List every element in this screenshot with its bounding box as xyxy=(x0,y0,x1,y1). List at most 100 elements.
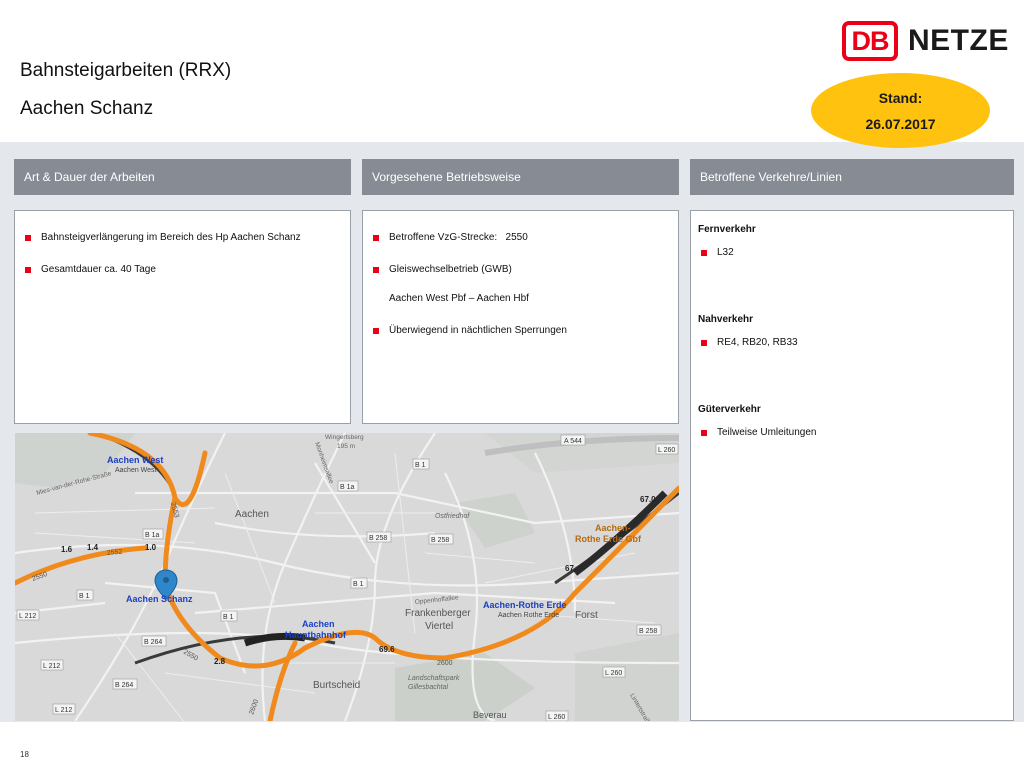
station-rothe-erde: Aachen-Rothe Erde xyxy=(483,600,567,610)
svg-text:L 212: L 212 xyxy=(19,613,36,620)
betriebsweise-header: Vorgesehene Betriebsweise xyxy=(362,159,679,195)
svg-text:B 258: B 258 xyxy=(639,628,657,635)
svg-text:B 264: B 264 xyxy=(144,639,162,646)
betrieb-item-2-detail: Aachen West Pbf – Aachen Hbf xyxy=(389,293,529,304)
svg-text:B 1: B 1 xyxy=(223,614,234,621)
fernverkehr-item: L32 xyxy=(701,247,734,258)
road-l260-bottom: L 260 xyxy=(602,666,626,678)
road-b1-right: B 1 xyxy=(350,577,368,589)
svg-text:B 264: B 264 xyxy=(115,682,133,689)
art-dauer-header: Art & Dauer der Arbeiten xyxy=(14,159,351,195)
betrieb-item-2: Gleiswechselbetrieb (GWB) xyxy=(373,264,512,275)
nahverkehr-item: RE4, RB20, RB33 xyxy=(701,337,798,348)
svg-text:L 212: L 212 xyxy=(43,663,60,670)
road-l212-b: L 212 xyxy=(40,659,64,671)
road-l212-a: L 212 xyxy=(16,609,40,621)
km-marker-2: 1.4 xyxy=(87,543,99,552)
bullet-square-icon xyxy=(373,327,379,334)
road-l260-bottom2: L 260 xyxy=(545,710,569,721)
station-hbf-line2: Hauptbahnhof xyxy=(285,630,347,640)
station-hbf-line1: Aachen xyxy=(302,619,335,629)
road-b258-mid: B 258 xyxy=(428,533,454,545)
nahverkehr-item-text: RE4, RB20, RB33 xyxy=(717,337,798,348)
km-marker-4: 2.8 xyxy=(214,657,226,666)
route-map[interactable]: Aachen West Aachen Schanz Aachen Hauptba… xyxy=(15,433,679,721)
svg-text:B 258: B 258 xyxy=(369,535,387,542)
road-b1-left: B 1 xyxy=(76,589,94,601)
svg-text:B 258: B 258 xyxy=(431,537,449,544)
art-item-1-text: Bahnsteigverlängerung im Bereich des Hp … xyxy=(41,232,301,243)
station-rothe-gbf-line2: Rothe Erde Gbf xyxy=(575,534,642,544)
svg-text:L 260: L 260 xyxy=(605,670,622,677)
road-b1-center: B 1 xyxy=(220,610,238,622)
betrieb-item-2-text: Gleiswechselbetrieb (GWB) xyxy=(389,264,512,275)
road-b258-center: B 258 xyxy=(366,531,392,543)
svg-text:L 212: L 212 xyxy=(55,707,72,714)
verkehre-panel: Fernverkehr L32 Nahverkehr RE4, RB20, RB… xyxy=(690,210,1014,721)
road-b1-top: B 1 xyxy=(412,458,430,470)
place-frankenberger-1: Frankenberger xyxy=(405,608,471,619)
bullet-square-icon xyxy=(373,266,379,273)
art-item-2: Gesamtdauer ca. 40 Tage xyxy=(25,264,156,275)
stand-badge: Stand: 26.07.2017 xyxy=(811,73,990,148)
gueterverkehr-item-text: Teilweise Umleitungen xyxy=(717,427,817,438)
place-landschaftspark-1: Landschaftspark xyxy=(408,675,460,682)
line-number-2600: 2600 xyxy=(437,660,453,667)
line-number-2552: 2552 xyxy=(107,549,123,557)
svg-text:L 260: L 260 xyxy=(548,714,565,721)
station-rothe-gbf-line1: Aachen- xyxy=(595,523,631,533)
stand-label: Stand: xyxy=(878,89,923,106)
km-marker-6: 67.0 xyxy=(640,495,656,504)
road-a544: A 544 xyxy=(560,434,586,446)
road-b1a-top: B 1a xyxy=(337,480,359,492)
svg-text:B 1: B 1 xyxy=(79,593,90,600)
betrieb-item-3: Überwiegend in nächtlichen Sperrungen xyxy=(373,325,567,336)
svg-text:B 1: B 1 xyxy=(415,462,426,469)
art-dauer-panel: Bahnsteigverlängerung im Bereich des Hp … xyxy=(14,210,351,424)
bullet-square-icon xyxy=(373,234,379,241)
page-title: Bahnsteigarbeiten (RRX) xyxy=(20,60,232,81)
place-ostfriedhof: Ostfriedhof xyxy=(435,513,470,520)
place-landschaftspark-2: Gillesbachtal xyxy=(408,684,449,691)
gueterverkehr-heading: Güterverkehr xyxy=(698,404,761,415)
svg-text:A 544: A 544 xyxy=(564,438,582,445)
fernverkehr-item-text: L32 xyxy=(717,247,734,258)
bullet-square-icon xyxy=(701,429,707,436)
nahverkehr-heading: Nahverkehr xyxy=(698,314,754,325)
route-map-svg: Aachen West Aachen Schanz Aachen Hauptba… xyxy=(15,433,679,721)
place-forst: Forst xyxy=(575,610,598,621)
stand-date: 26.07.2017 xyxy=(865,115,936,132)
gueterverkehr-item: Teilweise Umleitungen xyxy=(701,427,817,438)
station-rothe-erde-small: Aachen Rothe Erde xyxy=(498,612,559,619)
art-item-1: Bahnsteigverlängerung im Bereich des Hp … xyxy=(25,232,301,243)
road-b1a-mid: B 1a xyxy=(142,528,164,540)
road-l212-c: L 212 xyxy=(52,703,76,715)
bullet-square-icon xyxy=(25,234,31,241)
bullet-square-icon xyxy=(701,339,707,346)
bullet-square-icon xyxy=(25,266,31,273)
station-aachen-west: Aachen West xyxy=(107,455,163,465)
db-netze-logo: DB NETZE xyxy=(842,20,1009,62)
db-logo-mark: DB xyxy=(842,21,898,61)
svg-text:L 260: L 260 xyxy=(658,447,675,454)
fernverkehr-heading: Fernverkehr xyxy=(698,224,756,235)
road-b264-a: B 264 xyxy=(141,635,167,647)
bullet-square-icon xyxy=(701,249,707,256)
km-marker-3: 1.0 xyxy=(145,543,157,552)
page-subtitle: Aachen Schanz xyxy=(20,98,154,119)
art-item-2-text: Gesamtdauer ca. 40 Tage xyxy=(41,264,156,275)
road-b264-b: B 264 xyxy=(112,678,138,690)
page-number: 18 xyxy=(20,750,29,759)
station-aachen-schanz: Aachen Schanz xyxy=(126,594,193,604)
place-elevation: 195 m xyxy=(337,443,355,450)
betrieb-item-1-text: Betroffene VzG-Strecke: 2550 xyxy=(389,232,528,243)
place-frankenberger-2: Viertel xyxy=(425,621,453,632)
road-b258-right: B 258 xyxy=(636,624,662,636)
place-wingertsberg: Wingertsberg xyxy=(325,434,364,441)
place-burtscheid: Burtscheid xyxy=(313,680,360,691)
km-marker-5: 69.6 xyxy=(379,645,395,654)
road-l260-top: L 260 xyxy=(655,443,679,455)
station-aachen-west-small: Aachen West xyxy=(115,467,157,474)
place-aachen: Aachen xyxy=(235,509,269,520)
verkehre-header: Betroffene Verkehre/Linien xyxy=(690,159,1014,195)
